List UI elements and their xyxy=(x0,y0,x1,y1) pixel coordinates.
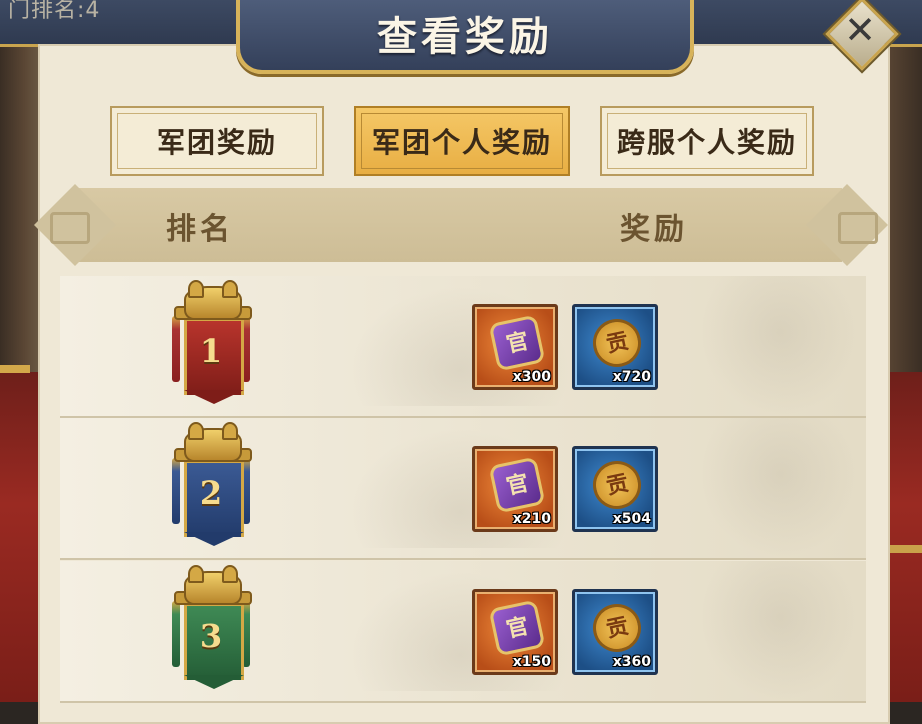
rank-number: 2 xyxy=(199,474,223,512)
table-row: 3 官 x150 贡 x360 xyxy=(60,561,866,703)
rank-banner-icon: 3 xyxy=(168,565,254,691)
rank-banner-icon: 2 xyxy=(168,422,254,548)
gold-coin-icon[interactable]: 贡 x504 xyxy=(572,446,658,532)
purple-token-icon[interactable]: 官 x210 xyxy=(472,446,558,532)
item-count: x150 xyxy=(512,654,551,670)
rank-number: 3 xyxy=(199,617,223,655)
title-plaque: 查看奖励 xyxy=(236,0,694,74)
tab-legion-reward[interactable]: 军团奖励 xyxy=(110,106,324,176)
item-count: x360 xyxy=(612,654,651,670)
item-count: x504 xyxy=(612,511,651,527)
rank-number: 1 xyxy=(199,332,223,370)
purple-token-icon[interactable]: 官 x300 xyxy=(472,304,558,390)
header-rank: 排名 xyxy=(166,212,234,247)
table-row: 2 官 x210 贡 x504 xyxy=(60,418,866,560)
dialog-title: 查看奖励 xyxy=(377,13,553,60)
rank-banner-icon: 1 xyxy=(168,280,254,406)
tab-legion-personal-reward[interactable]: 军团个人奖励 xyxy=(354,106,570,176)
close-icon: ✕ xyxy=(844,8,876,52)
header-reward: 奖励 xyxy=(620,212,688,247)
header-ornament-left xyxy=(33,183,117,267)
table-row: 1 官 x300 贡 x720 xyxy=(60,276,866,418)
header-ornament-right xyxy=(805,183,889,267)
gold-coin-icon[interactable]: 贡 x720 xyxy=(572,304,658,390)
tab-cross-server-personal-reward[interactable]: 跨服个人奖励 xyxy=(600,106,814,176)
purple-token-icon[interactable]: 官 x150 xyxy=(472,589,558,675)
background-left xyxy=(0,0,40,702)
item-count: x300 xyxy=(512,369,551,385)
close-button[interactable]: ✕ xyxy=(825,0,899,71)
background-rank-text: 门排名:4 xyxy=(8,0,101,23)
gold-coin-icon[interactable]: 贡 x360 xyxy=(572,589,658,675)
item-count: x210 xyxy=(512,511,551,527)
item-count: x720 xyxy=(612,369,651,385)
